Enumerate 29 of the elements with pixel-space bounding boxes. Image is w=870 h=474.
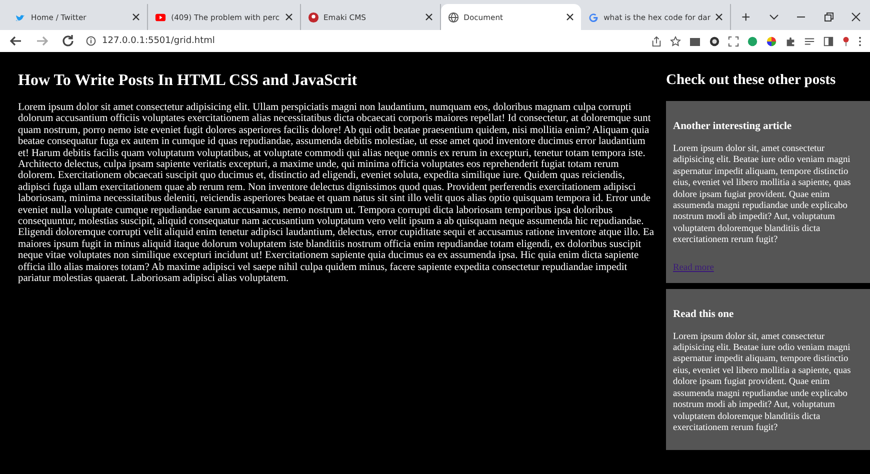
puzzle-icon[interactable] [785, 36, 796, 46]
video-icon [155, 12, 166, 22]
address-field[interactable]: 127.0.0.1:5501/grid.html [102, 36, 215, 46]
star-icon[interactable] [670, 36, 681, 46]
reading-list-icon[interactable] [804, 36, 815, 46]
post-excerpt: Lorem ipsum dolor sit, amet consectetur adipisicing elit. Beatae iure odio veniam magni aspernatur impedit aliquam, tempore distinctio eius, eveniet vel libero mollitia a sapiente, quas dolore ipsam fugiat provident. Quae enim assumenda magni repudiandae unde explicabo nostrum modi ab impedit? Aut, voluptatum voluptatem doloremque blanditiis dicta exercitationem rerum fugit? [673, 144, 852, 247]
menu-icon[interactable] [858, 36, 862, 46]
color-wheel-icon[interactable] [766, 36, 777, 46]
search-engine-icon [588, 12, 599, 22]
close-icon[interactable] [566, 13, 574, 21]
expand-icon[interactable] [728, 36, 739, 46]
globe-icon [448, 12, 459, 22]
side-panel-icon[interactable] [823, 36, 834, 46]
close-icon[interactable] [284, 13, 292, 21]
close-icon[interactable] [132, 13, 140, 21]
post-excerpt: Lorem ipsum dolor sit, amet consectetur adipisicing elit. Beatae iure odio veniam magni aspernatur impedit aliquam, tempore distinctio eius, eveniet vel libero mollitia a sapiente, quas dolore ipsam fugiat provident. Quae enim assumenda magni repudiandae unde explicabo nostrum modi ab impedit? Aut, voluptatum voluptatem doloremque blanditiis dicta exercitationem rerum fugit? [673, 332, 852, 434]
sidebar-title: Check out these other posts [666, 72, 837, 89]
reload-icon[interactable] [60, 33, 76, 49]
share-icon[interactable] [651, 36, 662, 46]
article-body: Lorem ipsum dolor sit amet consectetur adipisicing elit. Ullam perspiciatis magni non laudantium, numquam eos, doloribus magnam culpa corrupti dolorum accusantium officiis voluptates exercitationem alias necessitatibus dicta obcaecati corporis maiores repellat! Id consectetur, at doloremque sunt quam nostrum, porro nemo iste eveniet fugit dolores asperiores facilis dolore! Ab qui odit beatae praesentium quidem, nisi mollitia enim? Aliquam quia beatae consequatur fuga ex autem in cumque id quas repudiandae, assumenda debitis molestiae, ut esse amet quod inventore ducimus error laudantium et! Harum debitis facilis quam voluptatum voluptatibus, at voluptate commodi qui alias neque omnis ex rerum in excepturi, tenetur totam tempora iste. Architecto delectus, culpa ipsam sapiente veritatis excepturi, a maxime unde, qui minima officia voluptates eos reprehenderit fugiat totam rerum dolorem. Exercitationem obcaecati suscipit quo ducimus et, distinctio ad eligendi, eveniet soluta, expedita similique iure. Quidem quas reiciendis, adipisci fuga ullam exercitationem quae ab rerum rem. Non inventore delectus dignissimos quod quas. Provident perferendis exercitationem adipisci laboriosam, minima necessitatibus deleniti, reiciendis asperiores beatae et quam natus sit sint illo velit quos alias optio quisquam tempora id. Error unde eveniet nulla voluptate cumque repudiandae earum accusamus, nemo nostrum ut. Tempora corrupti dicta laboriosam temporibus ipsa doloribus consequuntur, molestias suscipit, aliquid consequatur nam accusantium voluptatum vero velit ipsum a ab quisquam neque assumenda hic repudiandae. Eligendi doloremque corrupti velit aliquid enim tenetur adipisci laudantium, delectus, error cupiditate sequi et accusamus ratione inventore atque illo. Ea maiores ipsum fugit in minus aliquid itaque dolorum voluptatem iste blanditiis nostrum officia enim repudiandae totam eligendi, ex doloribus suscipit neque vitae voluptates non similique excepturi incidunt ut! Exercitationem sapiente quia ducimus ea ex assumenda ipsa. Hic quia enim dicta sapiente officia illo alias maiores totam? Ab maxime adipisci vel saepe nihil culpa quidem minus, facere sapiente expedita consectetur repudiandae impedit pariatur molestias quaerat. Laboriosam adipisci alias voluptatem. [18, 102, 654, 284]
close-icon[interactable] [715, 13, 724, 21]
new-tab-button[interactable]: + [731, 4, 760, 30]
post-title: Read this one [673, 308, 735, 320]
close-icon[interactable] [849, 10, 864, 24]
close-icon[interactable] [424, 13, 433, 21]
article-title: How To Write Posts In HTML CSS and JavaScrit [18, 72, 358, 90]
restore-icon[interactable] [822, 10, 836, 24]
post-title: Another interesting article [673, 121, 793, 132]
info-icon[interactable] [86, 36, 96, 46]
